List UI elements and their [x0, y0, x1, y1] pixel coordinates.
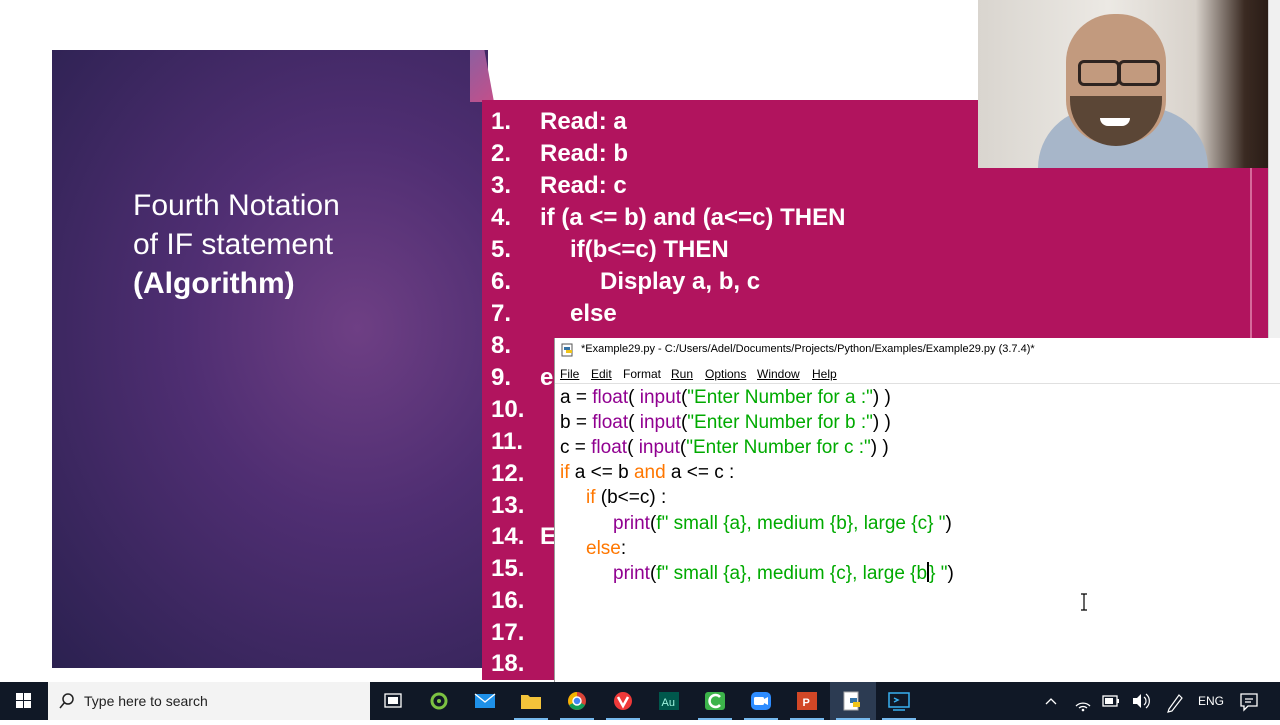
algo-line-text: Read: a: [540, 108, 627, 135]
slide-title-line-3: (Algorithm): [133, 267, 295, 300]
taskbar-camtasia[interactable]: [692, 682, 738, 720]
code-line-3[interactable]: c = float( input("Enter Number for c :")…: [560, 435, 889, 460]
algo-line-text: e: [540, 364, 554, 391]
zoom-icon: [751, 692, 771, 710]
pen-icon[interactable]: [1164, 682, 1186, 720]
algo-line-text: else: [570, 300, 617, 327]
vivaldi-icon: [614, 692, 632, 710]
code-line-5[interactable]: if (b<=c) :: [586, 485, 666, 510]
idle-editor-window: *Example29.py - C:/Users/Adel/Documents/…: [554, 338, 1280, 682]
language-indicator[interactable]: ENG: [1198, 694, 1224, 708]
algo-line-text: if (a <= b) and (a<=c) THEN: [540, 204, 846, 231]
code-line-1[interactable]: a = float( input("Enter Number for a :")…: [560, 385, 891, 410]
python-file-icon: [561, 343, 573, 357]
taskbar-audition[interactable]: Au: [646, 682, 692, 720]
mail-icon: [474, 693, 496, 708]
camtasia-icon: [705, 692, 725, 710]
code-line-4[interactable]: if a <= b and a <= c :: [560, 460, 734, 485]
algo-line-number: 10.: [491, 396, 525, 423]
slide-scrollbar[interactable]: [1268, 0, 1280, 338]
code-line-8[interactable]: print(f" small {a}, medium {c}, large {b…: [613, 561, 954, 586]
algo-line-number: 12.: [491, 460, 525, 487]
powerpoint-icon: P: [797, 692, 817, 710]
taskbar-file-explorer[interactable]: [508, 682, 554, 720]
idle-menu-bar: File Edit Format Run Options Window Help: [555, 362, 1280, 384]
idle-title-bar[interactable]: *Example29.py - C:/Users/Adel/Documents/…: [555, 338, 1280, 362]
taskbar-remote-desktop[interactable]: [876, 682, 922, 720]
menu-separator: [555, 383, 1280, 384]
task-view-button[interactable]: [370, 682, 416, 720]
webcam-video: [978, 0, 1268, 168]
menu-window[interactable]: Window: [757, 367, 800, 381]
menu-help[interactable]: Help: [812, 367, 837, 381]
taskbar-python-idle[interactable]: [830, 682, 876, 720]
slide-title: Fourth Notation of IF statement (Algorit…: [133, 186, 340, 303]
taskbar-app-green[interactable]: [416, 682, 462, 720]
search-icon: [59, 693, 74, 709]
taskbar-vivaldi[interactable]: [600, 682, 646, 720]
start-button[interactable]: [0, 682, 48, 720]
windows-taskbar: Type here to search Au P ENG: [0, 682, 1280, 720]
algo-line-number: 4.: [491, 204, 512, 231]
algo-line-text: Display a, b, c: [600, 268, 761, 295]
code-line-6[interactable]: print(f" small {a}, medium {b}, large {c…: [613, 511, 952, 536]
slide-title-line-1: Fourth Notation: [133, 189, 340, 222]
taskbar-search-box[interactable]: Type here to search: [48, 682, 370, 720]
svg-text:P: P: [803, 697, 810, 709]
battery-icon[interactable]: [1100, 682, 1122, 720]
taskbar-powerpoint[interactable]: P: [784, 682, 830, 720]
menu-run[interactable]: Run: [671, 367, 693, 381]
algo-line-text: Read: c: [540, 172, 627, 199]
windows-logo-icon: [16, 693, 31, 708]
chrome-icon: [568, 692, 586, 710]
slide-left-panel: [52, 50, 488, 668]
task-view-icon: [384, 693, 402, 708]
algo-line-number: 7.: [491, 300, 512, 327]
search-placeholder: Type here to search: [84, 693, 208, 709]
network-icon[interactable]: [1072, 682, 1094, 720]
webcam-person-glasses: [1074, 60, 1160, 86]
idle-window-title: *Example29.py - C:/Users/Adel/Documents/…: [581, 343, 1035, 355]
python-idle-icon: [843, 691, 860, 711]
algo-line-number: 6.: [491, 268, 512, 295]
taskbar-chrome[interactable]: [554, 682, 600, 720]
code-line-7[interactable]: else:: [586, 536, 626, 561]
algo-line-number: 11.: [491, 428, 524, 455]
algo-line-number: 13.: [491, 492, 525, 519]
folder-icon: [521, 695, 541, 709]
menu-options[interactable]: Options: [705, 367, 746, 381]
taskbar-mail[interactable]: [462, 682, 508, 720]
slide-title-line-2: of IF statement: [133, 228, 334, 261]
menu-file[interactable]: File: [560, 367, 579, 381]
algo-line-number: 15.: [491, 555, 525, 582]
algo-line-number: 18.: [491, 650, 525, 677]
notifications-icon[interactable]: [1238, 682, 1260, 720]
algo-line-number: 2.: [491, 140, 512, 167]
gear-leaf-icon: [430, 692, 448, 710]
menu-edit[interactable]: Edit: [591, 367, 612, 381]
algo-line-number: 5.: [491, 236, 512, 263]
algo-line-number: 8.: [491, 332, 512, 359]
chevron-up-icon[interactable]: [1040, 682, 1062, 720]
algo-line-number: 17.: [491, 619, 525, 646]
webcam-person-mouth: [1100, 118, 1130, 126]
slide-fold-decoration: [470, 50, 494, 102]
remote-desktop-icon: [888, 692, 910, 711]
code-line-2[interactable]: b = float( input("Enter Number for b :")…: [560, 410, 891, 435]
menu-format[interactable]: Format: [623, 367, 661, 381]
algo-line-number: 1.: [491, 108, 512, 135]
svg-text:Au: Au: [662, 697, 675, 709]
algo-line-number: 16.: [491, 587, 525, 614]
algo-line-number: 9.: [491, 364, 512, 391]
audition-icon: Au: [659, 692, 679, 710]
volume-icon[interactable]: [1130, 682, 1152, 720]
taskbar-zoom[interactable]: [738, 682, 784, 720]
algo-line-number: 3.: [491, 172, 512, 199]
algo-line-number: 14.: [491, 523, 525, 550]
algo-line-text: Read: b: [540, 140, 629, 167]
mouse-ibeam-cursor-icon: [1081, 593, 1087, 611]
algo-line-text: if(b<=c) THEN: [570, 236, 729, 263]
